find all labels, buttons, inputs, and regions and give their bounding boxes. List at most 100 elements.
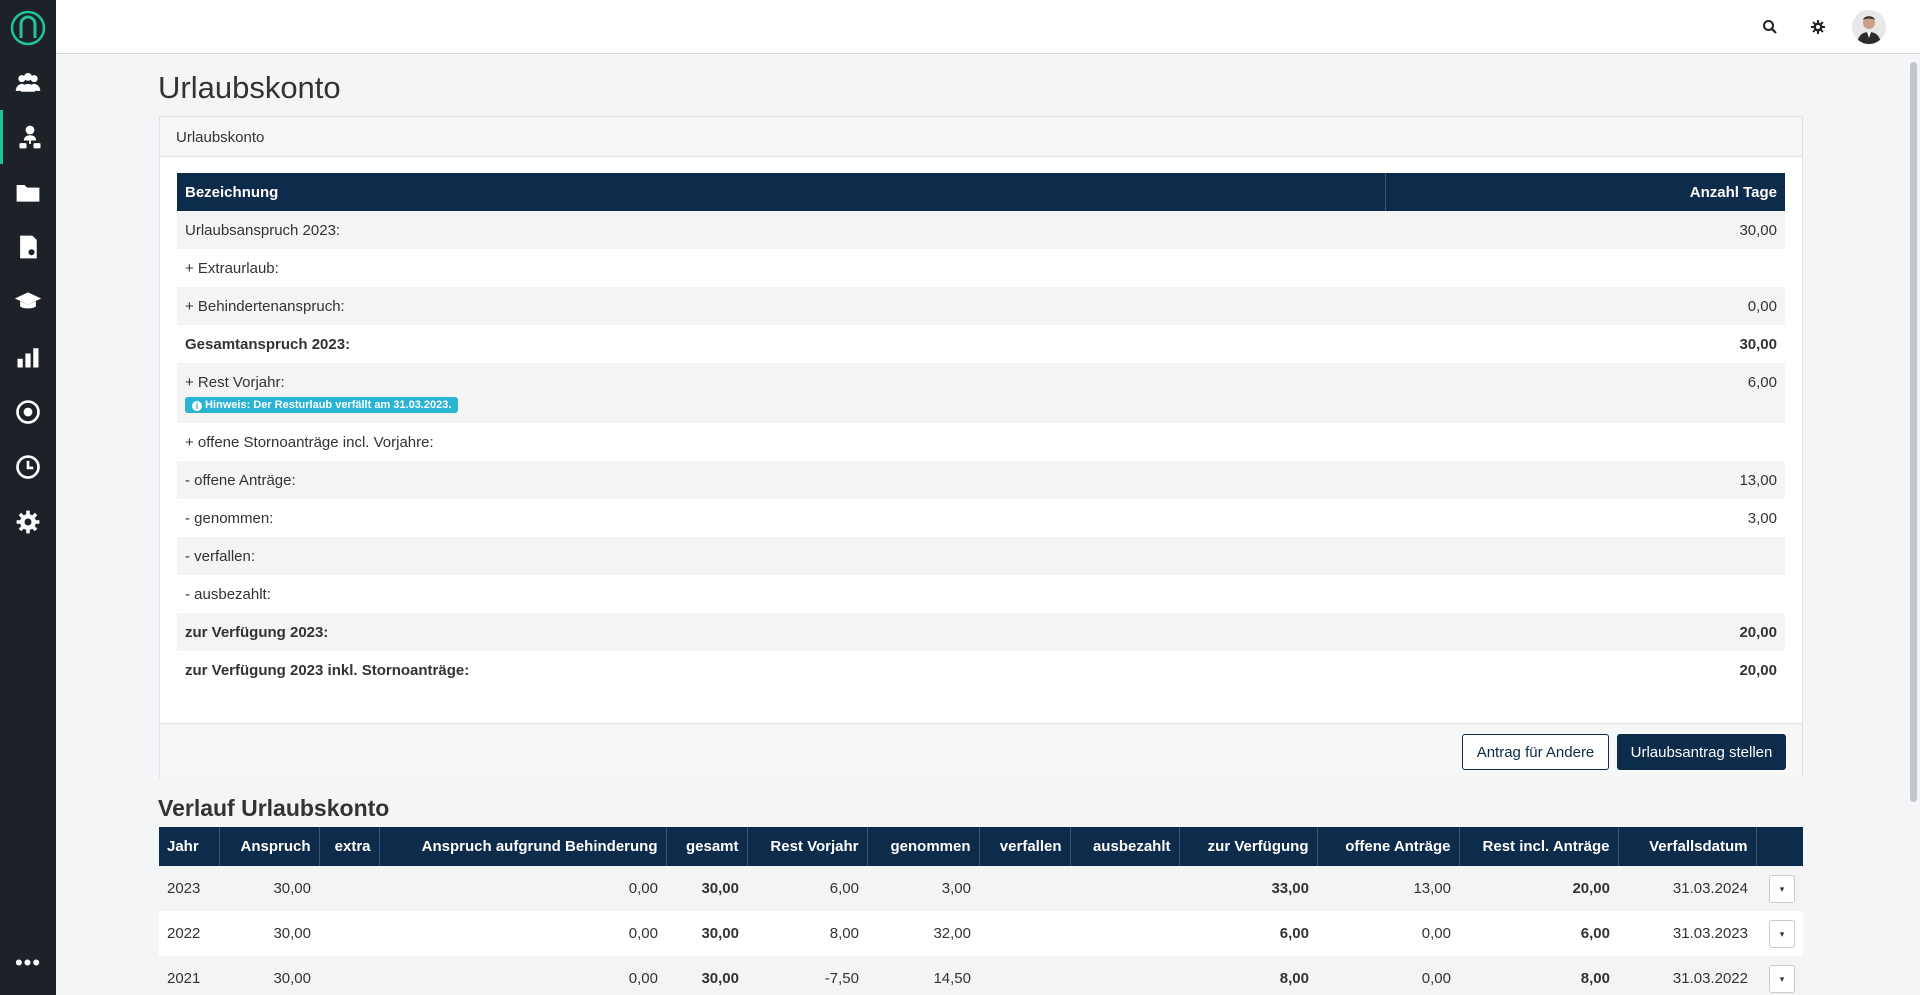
table-row: 2022 30,00 0,00 30,00 8,00 32,00 6,00 0,… xyxy=(159,911,1803,956)
history-title: Verlauf Urlaubskonto xyxy=(158,795,390,821)
settings-icon xyxy=(16,510,40,534)
user-avatar[interactable] xyxy=(1852,10,1886,44)
top-bar xyxy=(56,0,1920,54)
clock-icon xyxy=(16,455,40,479)
table-row: 2023 30,00 0,00 30,00 6,00 3,00 33,00 13… xyxy=(159,866,1803,911)
row-label: + Extraurlaub: xyxy=(185,259,279,277)
hint-text: Hinweis: Der Resturlaub verfällt am 31.0… xyxy=(205,399,452,411)
cell-year: 2023 xyxy=(159,866,219,911)
more-menu-button[interactable]: ••• xyxy=(0,938,56,988)
row-label: zur Verfügung 2023 inkl. Stornoanträge: xyxy=(185,661,470,679)
cell-entitlement: 30,00 xyxy=(219,911,319,956)
column-header-taken: genommen xyxy=(866,827,979,866)
nav-reports[interactable] xyxy=(0,330,56,384)
cell-open-requests: 0,00 xyxy=(1317,956,1459,995)
cell-expiry-date: 31.03.2024 xyxy=(1618,866,1756,911)
nav-training[interactable] xyxy=(0,275,56,329)
nav-settings[interactable] xyxy=(0,495,56,549)
cell-disability: 0,00 xyxy=(379,956,666,995)
cell-carryover: 6,00 xyxy=(747,866,867,911)
nav-org[interactable] xyxy=(0,110,56,164)
user-org-icon xyxy=(19,125,40,149)
logo-icon xyxy=(10,10,46,46)
cell-year: 2021 xyxy=(159,956,219,995)
request-for-others-button[interactable]: Antrag für Andere xyxy=(1462,734,1609,770)
column-header-expired: verfallen xyxy=(978,827,1070,866)
cell-total: 30,00 xyxy=(666,911,747,956)
document-icon xyxy=(20,235,37,259)
row-value: 20,00 xyxy=(1739,661,1777,679)
row-value xyxy=(1385,537,1785,575)
row-label: Gesamtanspruch 2023: xyxy=(185,335,351,353)
nav-users[interactable] xyxy=(0,56,56,110)
search-button[interactable] xyxy=(1759,16,1781,38)
cell-remaining: 6,00 xyxy=(1459,911,1618,956)
row-value: 6,00 xyxy=(1385,363,1785,423)
folder-icon xyxy=(16,185,40,202)
column-header-entitlement: Anspruch xyxy=(218,827,319,866)
row-dropdown-button[interactable]: ▾ xyxy=(1769,919,1795,948)
cell-expired xyxy=(979,911,1070,956)
row-value xyxy=(1385,249,1785,287)
table-row: + offene Stornoanträge incl. Vorjahre: xyxy=(177,423,1785,461)
nav-documents[interactable] xyxy=(0,220,56,274)
bar-chart-icon xyxy=(17,348,39,368)
column-header-label: Bezeichnung xyxy=(177,173,1385,211)
cell-actions: ▾ xyxy=(1756,866,1803,911)
row-label: zur Verfügung 2023: xyxy=(177,613,1385,651)
cell-available: 8,00 xyxy=(1179,956,1317,995)
info-icon: i xyxy=(192,401,202,411)
column-header-extra: extra xyxy=(318,827,379,866)
cell-carryover: -7,50 xyxy=(747,956,867,995)
column-header-carryover: Rest Vorjahr xyxy=(746,827,867,866)
row-dropdown-button[interactable]: ▾ xyxy=(1769,874,1795,903)
support-icon xyxy=(16,400,40,424)
cell-year: 2022 xyxy=(159,911,219,956)
table-row: 2021 30,00 0,00 30,00 -7,50 14,50 8,00 0… xyxy=(159,956,1803,995)
table-row: zur Verfügung 2023 inkl. Stornoanträge: … xyxy=(177,651,1785,689)
sidebar: ••• xyxy=(0,0,56,995)
cell-expired xyxy=(979,956,1070,995)
table-row: + Extraurlaub: xyxy=(177,249,1785,287)
nav-files[interactable] xyxy=(0,165,56,219)
table-header-row: Jahr Anspruch extra Anspruch aufgrund Be… xyxy=(159,827,1803,866)
panel-header: Urlaubskonto xyxy=(160,117,1802,157)
nav-time[interactable] xyxy=(0,440,56,494)
page-title: Urlaubskonto xyxy=(158,70,341,105)
settings-button[interactable] xyxy=(1807,16,1829,38)
cell-open-requests: 13,00 xyxy=(1317,866,1459,911)
row-label-with-hint: + Rest Vorjahr: i Hinweis: Der Resturlaub… xyxy=(177,363,1385,423)
row-value: 20,00 xyxy=(1385,613,1785,651)
nav-support[interactable] xyxy=(0,385,56,439)
row-label: - genommen: xyxy=(185,509,274,527)
row-label: - offene Anträge: xyxy=(177,461,1385,499)
cell-paid-out xyxy=(1070,866,1179,911)
row-value: 30,00 xyxy=(1385,211,1785,249)
column-header-available: zur Verfügung xyxy=(1178,827,1317,866)
cell-taken: 32,00 xyxy=(867,911,979,956)
cell-extra xyxy=(319,956,379,995)
submit-vacation-request-button[interactable]: Urlaubsantrag stellen xyxy=(1617,734,1786,770)
row-label: - ausbezahlt: xyxy=(185,585,271,603)
table-row: - offene Anträge: 13,00 xyxy=(177,461,1785,499)
graduation-cap-icon xyxy=(14,292,42,309)
row-dropdown-button[interactable]: ▾ xyxy=(1769,964,1795,993)
table-header-row: Bezeichnung Anzahl Tage xyxy=(177,173,1785,211)
page-scrollbar[interactable] xyxy=(1906,54,1920,995)
cell-actions: ▾ xyxy=(1756,956,1803,995)
cell-remaining: 8,00 xyxy=(1459,956,1618,995)
table-row: - verfallen: xyxy=(177,537,1785,575)
row-label: + offene Stornoanträge incl. Vorjahre: xyxy=(185,433,434,451)
scrollbar-thumb[interactable] xyxy=(1910,62,1917,802)
cell-open-requests: 0,00 xyxy=(1317,911,1459,956)
row-label: + Behindertenanspruch: xyxy=(177,287,1385,325)
row-label: - verfallen: xyxy=(177,537,1385,575)
cell-actions: ▾ xyxy=(1756,911,1803,956)
table-row: + Rest Vorjahr: i Hinweis: Der Resturlaub… xyxy=(177,363,1785,423)
column-header-actions xyxy=(1755,827,1803,866)
column-header-expiry-date: Verfallsdatum xyxy=(1617,827,1756,866)
cell-available: 6,00 xyxy=(1179,911,1317,956)
panel-footer: Antrag für Andere Urlaubsantrag stellen xyxy=(160,723,1802,778)
app-logo[interactable] xyxy=(0,0,56,54)
row-label: + Rest Vorjahr: xyxy=(185,374,285,391)
